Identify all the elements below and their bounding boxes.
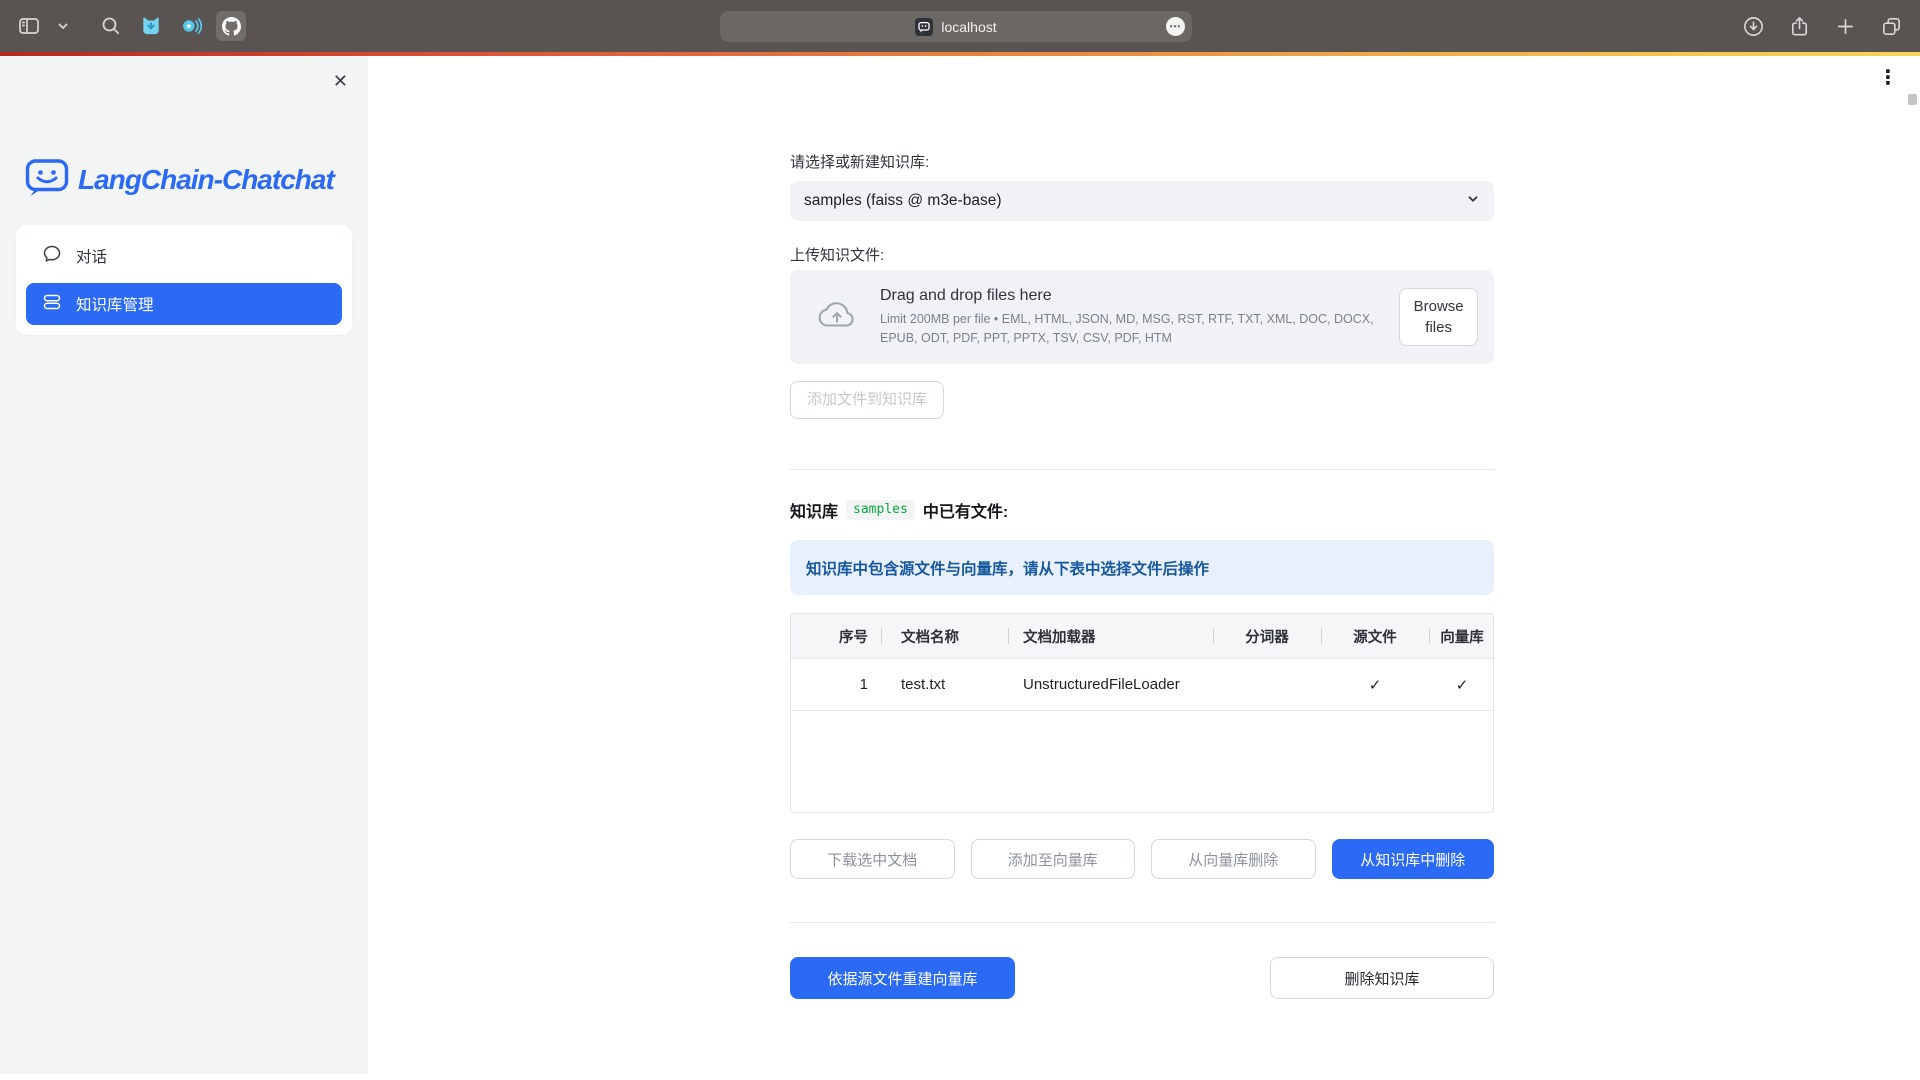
col-header-index[interactable]: 序号	[791, 614, 881, 658]
cell-sourcefile-check: ✓	[1321, 659, 1429, 710]
kb-files-heading: 知识库 samples 中已有文件:	[790, 498, 1494, 522]
page-options-button[interactable]: •••	[1166, 17, 1185, 36]
col-header-sourcefile[interactable]: 源文件	[1321, 614, 1429, 658]
kb-files-table: 序号 文档名称 文档加载器 分词器 源文件 向量库 1 test.txt Uns…	[790, 613, 1494, 813]
sidebar-item-label: 知识库管理	[76, 293, 154, 315]
address-bar[interactable]: localhost •••	[720, 11, 1192, 42]
sidebar: ✕ LangChain-Chatchat	[0, 56, 368, 1074]
kb-name-code: samples	[846, 500, 915, 520]
upload-label: 上传知识文件:	[790, 244, 1494, 265]
site-favicon	[915, 18, 933, 36]
download-selected-button[interactable]: 下载选中文档	[790, 839, 955, 879]
chevron-down-icon[interactable]	[54, 11, 72, 41]
rebuild-vectorstore-button[interactable]: 依据源文件重建向量库	[790, 957, 1015, 999]
kb-selectbox[interactable]: samples (faiss @ m3e-base)	[790, 181, 1494, 221]
col-header-splitter[interactable]: 分词器	[1213, 614, 1321, 658]
sidebar-toggle-icon[interactable]	[14, 11, 44, 41]
close-sidebar-icon[interactable]: ✕	[333, 72, 348, 90]
sidebar-item-knowledge-base[interactable]: 知识库管理	[26, 283, 342, 325]
main-area: ⋮ 请选择或新建知识库: samples (faiss @ m3e-base) …	[368, 56, 1920, 1080]
kb-select-label: 请选择或新建知识库:	[790, 151, 1494, 172]
sidebar-menu: 对话 知识库管理	[16, 225, 352, 335]
col-header-docname[interactable]: 文档名称	[881, 614, 1008, 658]
cell-splitter	[1213, 659, 1321, 710]
heading-suffix: 中已有文件:	[923, 498, 1008, 522]
select-chevron-icon	[1466, 192, 1480, 211]
divider	[790, 922, 1494, 923]
add-files-to-kb-button[interactable]: 添加文件到知识库	[790, 381, 944, 419]
dropzone-limits: Limit 200MB per file • EML, HTML, JSON, …	[880, 310, 1399, 346]
app-logo: LangChain-Chatchat	[24, 156, 368, 203]
browse-files-button[interactable]: Browse files	[1399, 288, 1478, 346]
col-header-vectorstore[interactable]: 向量库	[1429, 614, 1494, 658]
extension-rings-icon[interactable]	[176, 11, 206, 41]
database-stack-icon	[42, 292, 62, 317]
share-icon[interactable]	[1784, 11, 1814, 41]
file-uploader-dropzone[interactable]: Drag and drop files here Limit 200MB per…	[790, 270, 1494, 364]
search-icon[interactable]	[96, 11, 126, 41]
chat-bubble-icon	[42, 244, 62, 269]
col-header-loader[interactable]: 文档加载器	[1008, 614, 1213, 658]
table-header-row: 序号 文档名称 文档加载器 分词器 源文件 向量库	[791, 614, 1493, 658]
browser-toolbar: localhost •••	[0, 0, 1920, 52]
kb-selected-value: samples (faiss @ m3e-base)	[804, 192, 1002, 210]
new-tab-icon[interactable]	[1830, 11, 1860, 41]
dropzone-title: Drag and drop files here	[880, 287, 1399, 305]
add-to-vectorstore-button[interactable]: 添加至向量库	[971, 839, 1136, 879]
cell-index: 1	[791, 659, 881, 710]
cell-loader: UnstructuredFileLoader	[1008, 659, 1213, 710]
delete-kb-button[interactable]: 删除知识库	[1270, 957, 1494, 999]
info-banner: 知识库中包含源文件与向量库，请从下表中选择文件后操作	[790, 540, 1494, 595]
cell-vectorstore-check: ✓	[1429, 659, 1494, 710]
sidebar-item-dialogue[interactable]: 对话	[26, 235, 342, 277]
delete-from-vectorstore-button[interactable]: 从向量库删除	[1151, 839, 1316, 879]
extension-downloader-icon[interactable]	[136, 11, 166, 41]
heading-prefix: 知识库	[790, 498, 838, 522]
divider	[790, 469, 1494, 470]
cell-docname: test.txt	[881, 659, 1008, 710]
screen: localhost •••	[0, 0, 1920, 1080]
sidebar-item-label: 对话	[76, 245, 107, 267]
tab-overview-icon[interactable]	[1876, 11, 1906, 41]
logo-chat-icon	[24, 156, 70, 203]
scrollbar-thumb[interactable]	[1908, 94, 1917, 105]
app-menu-icon[interactable]: ⋮	[1878, 68, 1898, 88]
table-row[interactable]: 1 test.txt UnstructuredFileLoader ✓ ✓	[791, 658, 1493, 710]
logo-text: LangChain-Chatchat	[78, 164, 334, 196]
delete-from-kb-button[interactable]: 从知识库中删除	[1332, 839, 1495, 879]
cloud-upload-icon	[816, 300, 858, 335]
url-text: localhost	[941, 19, 996, 35]
downloads-icon[interactable]	[1738, 11, 1768, 41]
github-extension-icon[interactable]	[216, 11, 246, 41]
table-empty-area	[791, 710, 1493, 812]
